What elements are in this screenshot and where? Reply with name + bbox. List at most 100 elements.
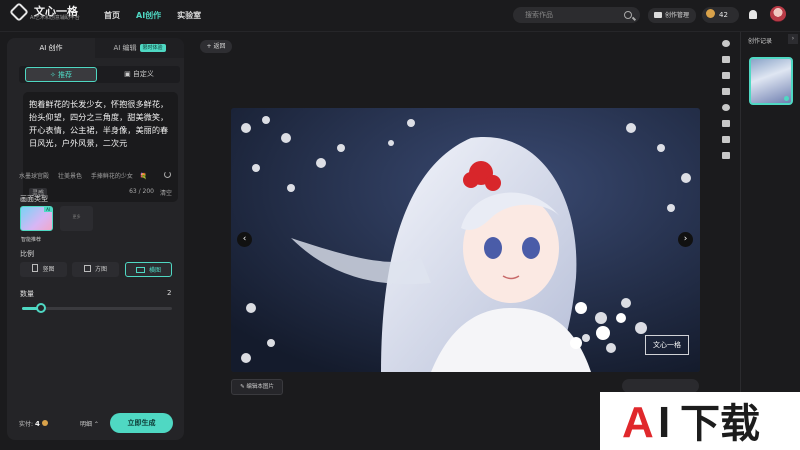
eye-icon[interactable] [722,104,730,111]
nav-lab[interactable]: 实验室 [177,10,201,21]
sparkle-icon: ✧ [49,71,59,79]
history-thumbnail[interactable] [749,57,793,105]
suggestion-3[interactable]: 手捧鲜花的少女 💐 [91,173,155,180]
prompt-textarea[interactable]: 抱着鲜花的长发少女，怀抱很多鲜花，抬头仰望，四分之三角度，甜美微笑，开心表情，公… [23,92,178,202]
quantity-value: 2 [167,289,172,297]
square-icon [83,265,91,272]
quantity-title: 数量 [20,290,34,298]
prompt-text: 抱着鲜花的长发少女，怀抱很多鲜花，抬头仰望，四分之三角度，甜美微笑，开心表情，公… [29,99,169,148]
watermark: 文心一格 [645,335,689,355]
type-smart-card[interactable]: AI [20,206,53,231]
avatar[interactable] [770,6,786,22]
type-section-title: 画面类型 [20,195,48,203]
pay-total: 实付: 4 [19,419,48,428]
ai-tag: AI [44,207,52,212]
search-input[interactable]: 搜索作品 [513,7,640,23]
main-nav: 首页 AI创作 实验室 [104,10,217,21]
mode-custom-button[interactable]: ▣ 自定义 [103,67,175,82]
mode-recommend-label: 推荐 [58,71,73,79]
generated-artwork [231,108,700,372]
search-icon[interactable] [624,11,632,19]
suggestion-3-label: 手捧鲜花的少女 [90,173,133,180]
search-placeholder: 搜索作品 [525,11,553,19]
tab-ai-edit-label: AI 编辑 [113,44,137,52]
chevron-right-icon[interactable]: › [678,232,693,247]
tag-icon[interactable] [722,120,730,127]
nav-ai-create[interactable]: AI创作 [136,10,161,21]
ratio-portrait-button[interactable]: 竖图 [20,262,67,277]
back-button[interactable]: + 返回 [200,40,232,53]
coin-icon [706,9,715,18]
brand-text: 下载 [680,401,760,447]
brand-logo: A I 下载 [622,398,760,447]
pay-value: 4 [34,420,40,428]
type-more-card[interactable]: 更多 [60,206,93,231]
image-tools [720,40,732,168]
edit-image-label: 编辑本图片 [246,384,274,390]
heart-icon[interactable] [722,40,730,47]
edit-image-button[interactable]: ✎ 编辑本图片 [231,379,283,395]
suggestion-3-emoji: 💐 [139,173,148,180]
ratio-landscape-button[interactable]: 横图 [125,262,172,277]
ratio-landscape-label: 横图 [148,267,161,274]
logo-subtitle: AI艺术和创意辅助平台 [30,15,80,21]
pay-label: 实付: [19,421,34,428]
collapse-icon[interactable]: › [788,34,798,44]
slider-handle[interactable] [36,303,46,313]
generate-button[interactable]: 立即生成 [110,413,173,433]
trash-icon[interactable] [722,136,730,143]
brand-watermark: A I 下载 [600,392,800,450]
ratio-options: 竖图 方图 横图 [20,262,172,277]
prompt-footer: 灵感 63 / 200 清空 [29,188,172,198]
chevron-left-icon[interactable]: ‹ [237,232,252,247]
bell-icon[interactable] [749,10,757,19]
tab-ai-create[interactable]: AI 创作 [7,38,95,58]
suggestion-2[interactable]: 壮美景色 [58,173,82,180]
ratio-square-label: 方图 [94,266,107,273]
suggestion-1[interactable]: 水墨球宫殿 [19,173,49,180]
detail-toggle[interactable]: 明细 ⌃ [80,419,99,428]
creation-manage-button[interactable]: 创作管理 [648,8,696,23]
landscape-icon [135,267,145,273]
trophy-icon[interactable] [722,152,730,159]
refresh-icon[interactable] [164,171,171,178]
detail-label: 明细 [80,421,93,428]
type-more-label: 更多 [72,214,81,219]
nav-home[interactable]: 首页 [104,10,120,21]
selected-indicator [784,96,789,101]
tab-ai-edit[interactable]: AI 编辑 限时体验 [95,38,184,58]
share-icon[interactable] [722,72,730,79]
clear-button[interactable]: 清空 [160,188,172,197]
quantity-slider[interactable] [22,303,172,313]
image-icon: ▣ [124,70,133,78]
creation-manage-label: 创作管理 [665,12,690,19]
points-value: 42 [719,11,728,19]
logo-icon [9,2,29,22]
ratio-square-button[interactable]: 方图 [72,262,119,277]
coin-icon [41,420,48,426]
folder-icon [654,12,662,18]
prompt-suggestions: 水墨球宫殿 壮美景色 手捧鲜花的少女 💐 [19,171,161,180]
limited-badge: 限时体验 [139,44,166,52]
rating-stars[interactable] [622,379,699,393]
panel-tabs: AI 创作 AI 编辑 限时体验 [7,38,184,58]
folder-icon[interactable] [722,88,730,95]
mode-toggle: ✧ 推荐 ▣ 自定义 [19,66,180,83]
download-icon[interactable] [722,56,730,63]
brand-letter-a: A [622,398,654,447]
char-count: 63 / 200 [129,188,154,195]
ratio-section-title: 比例 [20,250,34,258]
top-bar: 文心一格 AI艺术和创意辅助平台 首页 AI创作 实验室 搜索作品 创作管理 4… [0,0,800,32]
mode-recommend-button[interactable]: ✧ 推荐 [25,67,97,82]
history-panel: 创作记录 › [740,32,800,450]
tab-ai-create-label: AI 创作 [39,44,63,52]
back-label: 返回 [213,43,226,50]
type-selected-label: 智能推荐 [21,237,42,243]
portrait-icon [32,264,39,272]
generated-image[interactable] [231,108,700,372]
points-balance[interactable]: 42 [702,7,739,23]
mode-custom-label: 自定义 [132,70,154,78]
brand-letter-i: I [658,398,670,447]
history-title: 创作记录 [748,38,773,45]
ratio-portrait-label: 竖图 [42,266,55,273]
